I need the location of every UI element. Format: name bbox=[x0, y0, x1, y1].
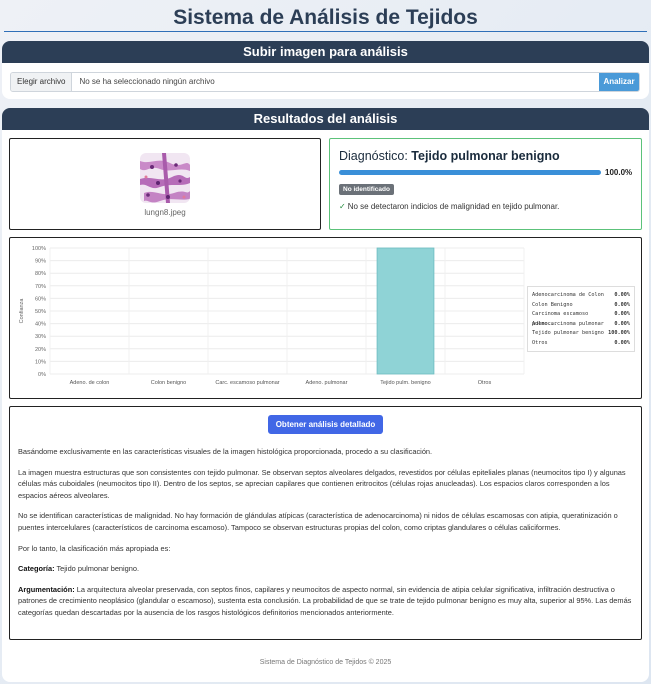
status-badge: No identificado bbox=[339, 184, 394, 195]
x-tick-label: Tejido pulm. benigno bbox=[380, 380, 430, 386]
legend-entry-name: Otros bbox=[532, 339, 548, 346]
diagnosis-box: Diagnóstico: Tejido pulmonar benigno 100… bbox=[329, 138, 642, 230]
legend-entry-value: 0.00% bbox=[614, 292, 630, 298]
upload-panel: Subir imagen para análisis Elegir archiv… bbox=[2, 41, 649, 99]
legend-entry-name: Carcinoma escamoso pulmo... bbox=[532, 311, 589, 327]
footer-text: Sistema de Diagnóstico de Tejidos © 2025 bbox=[259, 659, 392, 666]
x-tick-label: Adeno. de colon bbox=[70, 380, 110, 386]
legend-entry-value: 0.00% bbox=[614, 311, 630, 317]
choose-file-button[interactable]: Elegir archivo bbox=[11, 73, 73, 91]
legend-entry-value: 0.00% bbox=[614, 339, 630, 346]
x-tick-label: Carc. escamoso pulmonar bbox=[215, 380, 279, 386]
analysis-paragraph: La imagen muestra estructuras que son co… bbox=[18, 467, 626, 500]
y-tick-label: 30% bbox=[35, 334, 46, 340]
x-tick-label: Adeno. pulmonar bbox=[306, 380, 348, 386]
y-tick-label: 20% bbox=[35, 347, 46, 353]
upload-panel-title: Subir imagen para análisis bbox=[2, 41, 649, 63]
legend-entry: Adenocarcinoma pulmonar 0.00% bbox=[532, 320, 630, 330]
x-tick-label: Colon benigno bbox=[151, 380, 186, 386]
y-tick-label: 100% bbox=[32, 246, 46, 252]
chart-bar bbox=[376, 247, 435, 375]
legend-entry: Otros 0.00% bbox=[532, 339, 630, 349]
diagnosis-prefix: Diagnóstico: bbox=[339, 149, 408, 163]
confidence-percent: 100.0% bbox=[605, 168, 633, 177]
file-input-row[interactable]: Elegir archivo No se ha seleccionado nin… bbox=[10, 72, 640, 92]
image-preview-box: lungn8.jpeg bbox=[9, 138, 321, 230]
legend-entry-value: 0.00% bbox=[614, 320, 630, 327]
page-title: Sistema de Análisis de Tejidos bbox=[4, 0, 647, 32]
file-status-text: No se ha seleccionado ningún archivo bbox=[72, 73, 599, 91]
y-tick-label: 10% bbox=[35, 359, 46, 365]
x-tick-label: Otros bbox=[478, 380, 492, 386]
category-label: Categoría: bbox=[18, 564, 55, 574]
legend-entry: Adenocarcinoma de Colon 0.00% bbox=[532, 291, 630, 301]
y-tick-label: 40% bbox=[35, 322, 46, 328]
image-filename: lungn8.jpeg bbox=[144, 208, 186, 217]
y-tick-label: 50% bbox=[35, 309, 46, 315]
diagnosis-message: ✓ No se detectaron indicios de malignidad… bbox=[339, 202, 559, 211]
confidence-chart: 0% 10% 20% 30% 40% 50% 60% 70% 80% 90% 100% Confian… bbox=[9, 237, 642, 399]
y-tick-label: 60% bbox=[35, 296, 46, 302]
analysis-paragraph: Por lo tanto, la clasificación más aprop… bbox=[18, 543, 171, 553]
legend-entry-name: Adenocarcinoma pulmonar bbox=[532, 320, 604, 327]
diagnosis-message-text: No se detectaron indicios de malignidad … bbox=[347, 202, 560, 211]
legend-entry-name: Adenocarcinoma de Colon bbox=[532, 292, 604, 298]
results-panel: Resultados del análisis lungn8.jpeg Diag… bbox=[2, 108, 649, 682]
legend-entry-value: 0.00% bbox=[614, 301, 630, 308]
legend-entry-value: 100.00% bbox=[608, 330, 630, 336]
tissue-image-thumbnail bbox=[140, 153, 190, 203]
argument-value: La arquitectura alveolar preservada, con… bbox=[18, 584, 632, 617]
argument-paragraph: Argumentación: La arquitectura alveolar … bbox=[18, 584, 633, 619]
y-axis-label: Confianza bbox=[19, 298, 25, 324]
legend-entry: Tejido pulmonar benigno 100.00% bbox=[532, 329, 630, 339]
detailed-analysis-box: Obtener análisis detallado Basándome exc… bbox=[9, 406, 642, 640]
results-panel-title: Resultados del análisis bbox=[2, 108, 649, 130]
y-tick-label: 70% bbox=[35, 284, 46, 290]
analyze-button[interactable]: Analizar bbox=[599, 73, 639, 91]
legend-entry: Colon Benigno 0.00% bbox=[532, 301, 630, 311]
chart-legend: Adenocarcinoma de Colon 0.00% Colon Benign… bbox=[527, 286, 635, 352]
check-icon: ✓ bbox=[339, 202, 346, 211]
confidence-progress-bar bbox=[339, 170, 601, 175]
analysis-paragraph: Basándome exclusivamente en las caracter… bbox=[18, 447, 433, 456]
legend-entry-name: Tejido pulmonar benigno bbox=[532, 330, 604, 336]
category-value: Tejido pulmonar benigno. bbox=[56, 564, 140, 574]
y-tick-label: 0% bbox=[38, 372, 46, 378]
legend-entry-name: Colon Benigno bbox=[532, 301, 573, 308]
confidence-progress-fill bbox=[339, 170, 601, 175]
diagnosis-value: Tejido pulmonar benigno bbox=[411, 149, 560, 163]
detailed-analysis-button[interactable]: Obtener análisis detallado bbox=[267, 415, 384, 434]
y-tick-label: 90% bbox=[35, 259, 46, 265]
y-tick-label: 80% bbox=[35, 271, 46, 277]
argument-label: Argumentación: bbox=[18, 584, 75, 594]
legend-entry: Carcinoma escamoso pulmo... 0.00% bbox=[532, 310, 630, 327]
diagnosis-title: Diagnóstico: Tejido pulmonar benigno bbox=[339, 149, 560, 163]
analysis-paragraph: No se identifican características de mal… bbox=[18, 511, 618, 532]
category-paragraph: Categoría: Tejido pulmonar benigno. bbox=[18, 563, 633, 575]
